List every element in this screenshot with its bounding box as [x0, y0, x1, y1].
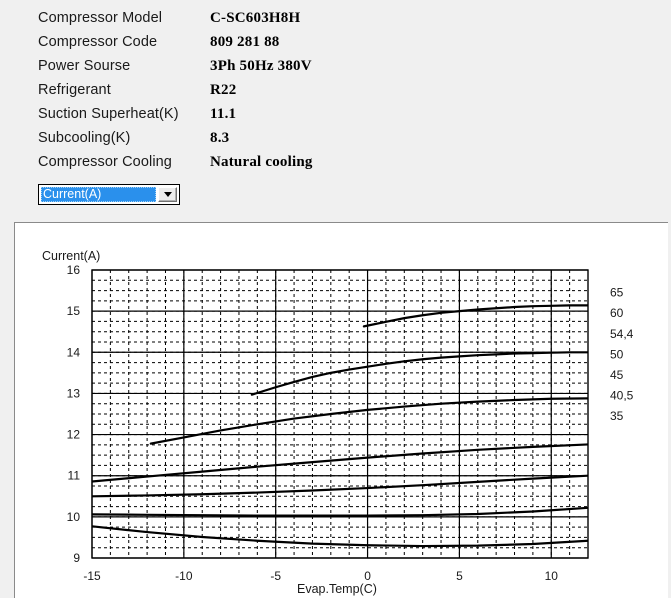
- series-label-54-4: 54,4: [610, 327, 634, 341]
- chart-panel: Current(A) Evap.Temp(C) 9 10 11 12 13 14 15 16 …: [14, 222, 668, 598]
- y-axis-title: Current(A): [42, 249, 100, 263]
- y-tick-label: 14: [67, 345, 81, 359]
- spec-value-compressor-code: 809 281 88: [210, 33, 280, 50]
- y-tick-label: 15: [67, 304, 81, 318]
- spec-value-refrigerant: R22: [210, 81, 237, 98]
- series-label-45: 45: [610, 368, 624, 382]
- spec-label-refrigerant: Refrigerant: [38, 82, 111, 98]
- y-axis-tick-labels: 9 10 11 12 13 14 15 16: [67, 263, 81, 565]
- condensing-temp-labels: 65 60 54,4 50 45 40,5 35: [610, 286, 634, 423]
- curve-series-65: [362, 304, 588, 328]
- y-tick-label: 11: [68, 469, 81, 483]
- series-label-50: 50: [610, 347, 624, 361]
- spec-row: Compressor Cooling Natural cooling: [0, 150, 671, 174]
- spec-row: Subcooling(K) 8.3: [0, 126, 671, 150]
- y-tick-label: 13: [67, 386, 81, 400]
- chevron-down-glyph: [163, 192, 172, 197]
- x-axis-tick-labels: -15 -10 -5 0 5 10: [83, 569, 558, 583]
- spec-label-compressor-code: Compressor Code: [38, 34, 158, 50]
- curve-series-35: [92, 525, 588, 548]
- x-axis-title: Evap.Temp(C): [297, 582, 377, 596]
- x-tick-label: -5: [270, 569, 281, 583]
- curve-series-54-4: [149, 397, 588, 445]
- x-tick-label: -10: [175, 569, 193, 583]
- y-tick-label: 10: [67, 510, 81, 524]
- spec-value-suction-superheat: 11.1: [210, 105, 237, 122]
- spec-value-compressor-model: C-SC603H8H: [210, 9, 301, 26]
- spec-value-power-sourse: 3Ph 50Hz 380V: [210, 57, 312, 74]
- x-tick-label: 5: [456, 569, 463, 583]
- chart-type-select[interactable]: Current(A): [38, 184, 180, 205]
- spec-label-compressor-model: Compressor Model: [38, 10, 163, 26]
- y-tick-label: 12: [67, 428, 81, 442]
- series-label-60: 60: [610, 306, 624, 320]
- spec-label-suction-superheat: Suction Superheat(K): [38, 106, 179, 122]
- spec-row: Refrigerant R22: [0, 78, 671, 102]
- series-label-35: 35: [610, 409, 624, 423]
- spec-row: Power Sourse 3Ph 50Hz 380V: [0, 54, 671, 78]
- x-tick-label: -15: [83, 569, 101, 583]
- curve-series-60: [250, 351, 588, 396]
- spec-row: Compressor Model C-SC603H8H: [0, 6, 671, 30]
- series-label-40-5: 40,5: [610, 388, 634, 402]
- spec-row: Compressor Code 809 281 88: [0, 30, 671, 54]
- series-label-65: 65: [610, 286, 624, 300]
- chart-curves: [92, 304, 588, 548]
- y-tick-label: 16: [67, 263, 81, 277]
- chart-type-select-value[interactable]: Current(A): [41, 187, 156, 202]
- spec-label-compressor-cooling: Compressor Cooling: [38, 154, 172, 170]
- compressor-spec-table: Compressor Model C-SC603H8H Compressor C…: [0, 0, 671, 174]
- spec-label-power-sourse: Power Sourse: [38, 58, 131, 74]
- spec-row: Suction Superheat(K) 11.1: [0, 102, 671, 126]
- y-tick-label: 9: [73, 551, 80, 565]
- spec-value-compressor-cooling: Natural cooling: [210, 153, 313, 170]
- x-tick-label: 10: [545, 569, 559, 583]
- spec-label-subcooling: Subcooling(K): [38, 130, 131, 146]
- chevron-down-icon[interactable]: [158, 187, 177, 202]
- x-tick-label: 0: [364, 569, 371, 583]
- current-vs-evap-temp-chart: Current(A) Evap.Temp(C) 910111213141516 …: [42, 249, 634, 596]
- spec-value-subcooling: 8.3: [210, 129, 230, 146]
- curve-series-40-5: [92, 506, 588, 517]
